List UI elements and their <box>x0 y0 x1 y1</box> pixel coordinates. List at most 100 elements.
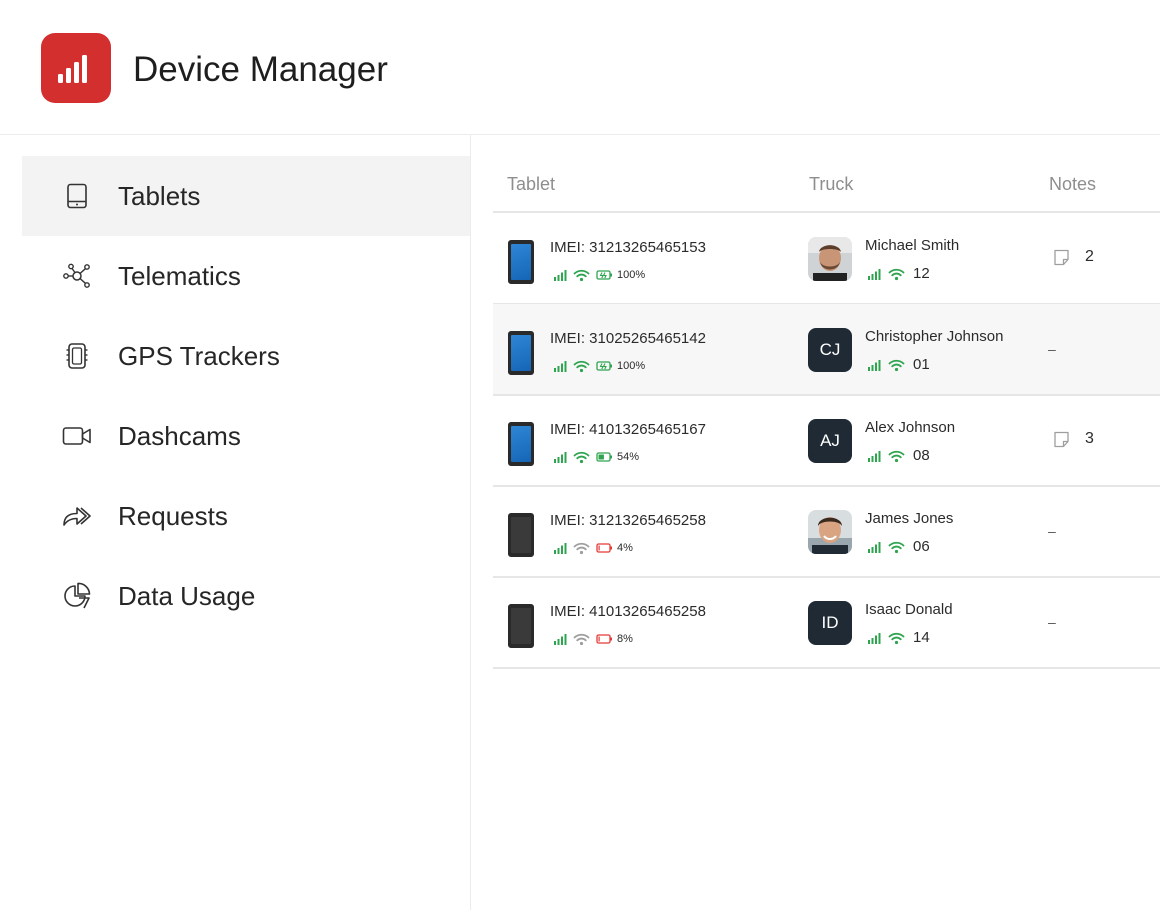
imei-label: IMEI: 31025265465142 <box>550 330 706 347</box>
sidebar-item-data-usage[interactable]: Data Usage <box>22 556 470 636</box>
truck-number: 12 <box>913 265 930 282</box>
notes-empty: – <box>1048 614 1056 630</box>
imei-label: IMEI: 41013265465258 <box>550 603 706 620</box>
table-row[interactable]: IMEI: 31213265465153 100% Michael Smith 12 2 <box>493 213 1160 305</box>
imei-label: IMEI: 41013265465167 <box>550 421 706 438</box>
signal-strength-icon <box>868 633 881 644</box>
truck-status: 14 <box>868 630 930 646</box>
wifi-icon <box>573 633 590 645</box>
sidebar-item-telematics[interactable]: Telematics <box>22 236 470 316</box>
app-title: Device Manager <box>133 50 388 89</box>
driver-name[interactable]: Alex Johnson <box>865 419 955 437</box>
app-window: Device Manager Tablets Telematics GPS Tr… <box>0 0 1160 910</box>
battery-percent: 8% <box>617 633 633 645</box>
tablet-device-icon <box>508 331 534 375</box>
battery-percent: 100% <box>617 360 646 372</box>
driver-name[interactable]: James Jones <box>865 510 953 528</box>
table-row[interactable]: IMEI: 41013265465258 8% ID Isaac Donald 14 – <box>493 577 1160 669</box>
column-header-tablet[interactable]: Tablet <box>507 173 555 195</box>
network-nodes-icon <box>62 262 92 290</box>
battery-icon <box>596 634 612 644</box>
gps-tracker-icon <box>62 342 92 370</box>
imei-label: IMEI: 31213265465153 <box>550 239 706 256</box>
tablet-icon <box>62 182 92 210</box>
notes-empty: – <box>1048 523 1056 539</box>
tablet-device-icon <box>508 604 534 648</box>
signal-bars-icon <box>58 55 87 83</box>
wifi-icon <box>888 632 905 644</box>
video-camera-icon <box>62 422 92 450</box>
battery-icon <box>596 361 612 371</box>
truck-status: 08 <box>868 448 930 464</box>
signal-strength-icon <box>554 634 567 645</box>
share-arrow-icon <box>62 502 92 530</box>
sidebar-item-gps-trackers[interactable]: GPS Trackers <box>22 316 470 396</box>
wifi-icon <box>888 268 905 280</box>
sidebar: Tablets Telematics GPS Trackers Dashcams… <box>0 135 471 910</box>
tablet-status: 4% <box>554 541 633 555</box>
app-header: Device Manager <box>0 0 1160 135</box>
truck-status: 12 <box>868 266 930 282</box>
notes-count[interactable]: 3 <box>1085 430 1094 448</box>
avatar: CJ <box>808 328 852 372</box>
truck-number: 06 <box>913 538 930 555</box>
signal-strength-icon <box>868 269 881 280</box>
notes-empty: – <box>1048 341 1056 357</box>
battery-icon <box>596 270 612 280</box>
avatar: ID <box>808 601 852 645</box>
sidebar-item-label: Tablets <box>118 181 201 211</box>
signal-strength-icon <box>554 452 567 463</box>
avatar <box>808 510 852 554</box>
note-icon[interactable] <box>1053 249 1070 266</box>
battery-percent: 100% <box>617 269 646 281</box>
device-table: Tablet Truck Notes IMEI: 31213265465153 1… <box>471 135 1160 910</box>
wifi-icon <box>573 269 590 281</box>
sidebar-item-requests[interactable]: Requests <box>22 476 470 556</box>
tablet-status: 100% <box>554 268 645 282</box>
truck-number: 01 <box>913 356 930 373</box>
driver-name[interactable]: Michael Smith <box>865 237 959 255</box>
driver-name[interactable]: Isaac Donald <box>865 601 953 619</box>
sidebar-item-label: Dashcams <box>118 421 241 451</box>
app-logo <box>41 33 111 103</box>
avatar: AJ <box>808 419 852 463</box>
wifi-icon <box>888 541 905 553</box>
avatar <box>808 237 852 281</box>
sidebar-item-label: Requests <box>118 501 228 531</box>
wifi-icon <box>888 359 905 371</box>
pie-chart-icon <box>62 582 92 610</box>
sidebar-item-label: Data Usage <box>118 581 256 611</box>
column-header-notes[interactable]: Notes <box>1049 173 1096 195</box>
tablet-status: 8% <box>554 632 633 646</box>
truck-number: 14 <box>913 629 930 646</box>
wifi-icon <box>573 451 590 463</box>
truck-status: 01 <box>868 357 930 373</box>
sidebar-item-tablets[interactable]: Tablets <box>22 156 470 236</box>
tablet-status: 54% <box>554 450 639 464</box>
truck-number: 08 <box>913 447 930 464</box>
tablet-device-icon <box>508 513 534 557</box>
wifi-icon <box>573 360 590 372</box>
sidebar-item-label: Telematics <box>118 261 241 291</box>
sidebar-item-label: GPS Trackers <box>118 341 280 371</box>
table-row[interactable]: IMEI: 41013265465167 54% AJ Alex Johnson 08 3 <box>493 395 1160 487</box>
column-header-truck[interactable]: Truck <box>809 173 853 195</box>
driver-name[interactable]: Christopher Johnson <box>865 328 1003 346</box>
battery-percent: 4% <box>617 542 633 554</box>
table-row[interactable]: IMEI: 31025265465142 100% CJ Christopher Jo… <box>493 304 1160 396</box>
tablet-device-icon <box>508 422 534 466</box>
tablet-device-icon <box>508 240 534 284</box>
wifi-icon <box>573 542 590 554</box>
signal-strength-icon <box>868 360 881 371</box>
imei-label: IMEI: 31213265465258 <box>550 512 706 529</box>
battery-icon <box>596 452 612 462</box>
table-row[interactable]: IMEI: 31213265465258 4% James Jones 06 – <box>493 486 1160 578</box>
wifi-icon <box>888 450 905 462</box>
notes-count[interactable]: 2 <box>1085 248 1094 266</box>
signal-strength-icon <box>868 451 881 462</box>
sidebar-item-dashcams[interactable]: Dashcams <box>22 396 470 476</box>
signal-strength-icon <box>554 361 567 372</box>
battery-icon <box>596 543 612 553</box>
signal-strength-icon <box>554 543 567 554</box>
note-icon[interactable] <box>1053 431 1070 448</box>
